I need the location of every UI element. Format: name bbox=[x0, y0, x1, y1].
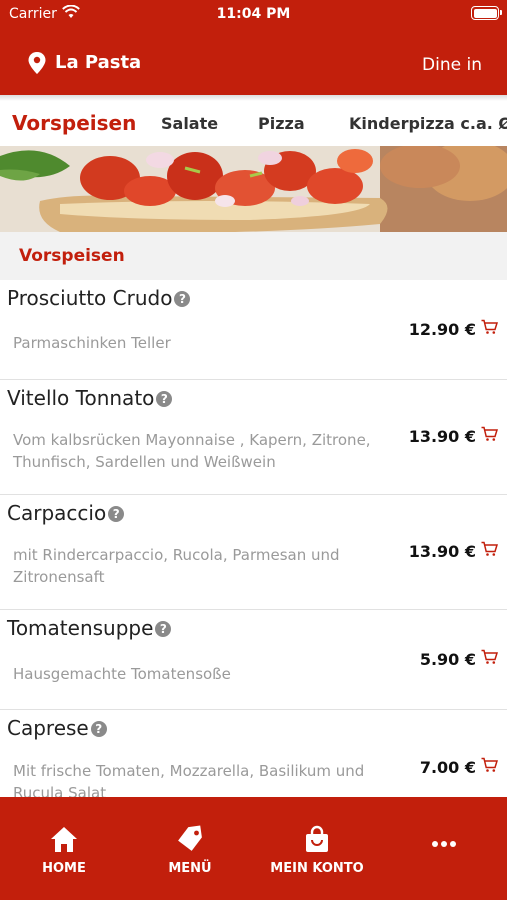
menu-item-vitello-tonnato[interactable]: Vitello Tonnato? Vom kalbsrücken Mayonna… bbox=[0, 380, 507, 495]
info-icon[interactable]: ? bbox=[156, 391, 173, 407]
item-description: Mit frische Tomaten, Mozzarella, Basilik… bbox=[13, 762, 365, 797]
item-title: Vitello Tonnato? bbox=[7, 386, 173, 410]
section-header: Vorspeisen bbox=[0, 232, 507, 280]
restaurant-name[interactable]: La Pasta bbox=[55, 52, 141, 73]
menu-item-prosciutto-crudo[interactable]: Prosciutto Crudo? Parmaschinken Teller 1… bbox=[0, 280, 507, 380]
clock: 11:04 PM bbox=[216, 6, 291, 22]
nav-menu-label: MENÜ bbox=[168, 861, 212, 876]
info-icon[interactable]: ? bbox=[108, 506, 125, 522]
item-name: Prosciutto Crudo bbox=[7, 286, 173, 310]
item-title: Caprese? bbox=[7, 716, 107, 740]
item-title: Carpaccio? bbox=[7, 501, 125, 525]
item-price: 13.90 € bbox=[408, 427, 476, 446]
item-description: mit Rindercarpaccio, Rucola, Parmesan un… bbox=[13, 546, 340, 586]
add-to-cart-icon[interactable] bbox=[481, 649, 499, 670]
shopping-bag-icon bbox=[306, 825, 328, 852]
item-name: Tomatensuppe bbox=[7, 616, 154, 640]
add-to-cart-icon[interactable] bbox=[481, 319, 499, 340]
info-icon[interactable]: ? bbox=[174, 291, 191, 307]
info-icon[interactable]: ? bbox=[90, 721, 107, 737]
status-bar: Carrier 11:04 PM bbox=[0, 0, 507, 28]
home-icon bbox=[51, 827, 77, 852]
battery-icon bbox=[471, 6, 502, 20]
bottom-nav: HOME MENÜ MEIN KONTO bbox=[0, 797, 507, 900]
add-to-cart-icon[interactable] bbox=[481, 541, 499, 562]
menu-item-carpaccio[interactable]: Carpaccio? mit Rindercarpaccio, Rucola, … bbox=[0, 495, 507, 610]
item-description: Vom kalbsrücken Mayonnaise , Kapern, Zit… bbox=[13, 431, 371, 471]
add-to-cart-icon[interactable] bbox=[481, 757, 499, 778]
item-description: Parmaschinken Teller bbox=[13, 334, 171, 352]
item-title: Prosciutto Crudo? bbox=[7, 286, 191, 310]
nav-home[interactable]: HOME bbox=[34, 825, 94, 876]
item-price: 5.90 € bbox=[419, 650, 476, 669]
nav-account-label: MEIN KONTO bbox=[270, 861, 364, 876]
nav-menu[interactable]: MENÜ bbox=[160, 825, 220, 876]
tab-kinderpizza[interactable]: Kinderpizza c.a. Ø 20 bbox=[349, 114, 507, 133]
item-price: 13.90 € bbox=[408, 542, 476, 561]
header-bar: La Pasta Dine in bbox=[0, 28, 507, 95]
item-name: Caprese bbox=[7, 716, 89, 740]
more-dots-icon bbox=[432, 841, 456, 847]
nav-account[interactable]: MEIN KONTO bbox=[267, 825, 367, 876]
nav-more[interactable] bbox=[424, 837, 464, 856]
category-tabs[interactable]: Vorspeisen Salate Pizza Kinderpizza c.a.… bbox=[0, 101, 507, 146]
tab-vorspeisen[interactable]: Vorspeisen bbox=[12, 111, 136, 135]
menu-list[interactable]: Prosciutto Crudo? Parmaschinken Teller 1… bbox=[0, 280, 507, 797]
tab-pizza[interactable]: Pizza bbox=[258, 114, 305, 133]
item-price: 12.90 € bbox=[408, 320, 476, 339]
nav-home-label: HOME bbox=[42, 861, 86, 876]
category-hero-image bbox=[0, 146, 507, 232]
tab-salate[interactable]: Salate bbox=[161, 114, 218, 133]
item-description: Hausgemachte Tomatensoße bbox=[13, 665, 231, 683]
menu-item-tomatensuppe[interactable]: Tomatensuppe? Hausgemachte Tomatensoße 5… bbox=[0, 610, 507, 710]
item-price: 7.00 € bbox=[419, 758, 476, 777]
menu-item-caprese[interactable]: Caprese? Mit frische Tomaten, Mozzarella… bbox=[0, 710, 507, 797]
order-mode-button[interactable]: Dine in bbox=[422, 55, 482, 75]
section-title: Vorspeisen bbox=[19, 246, 125, 266]
item-name: Carpaccio bbox=[7, 501, 107, 525]
item-name: Vitello Tonnato bbox=[7, 386, 155, 410]
add-to-cart-icon[interactable] bbox=[481, 426, 499, 447]
item-title: Tomatensuppe? bbox=[7, 616, 172, 640]
price-tag-icon bbox=[178, 825, 202, 851]
info-icon[interactable]: ? bbox=[155, 621, 172, 637]
location-pin-icon[interactable] bbox=[28, 52, 46, 79]
